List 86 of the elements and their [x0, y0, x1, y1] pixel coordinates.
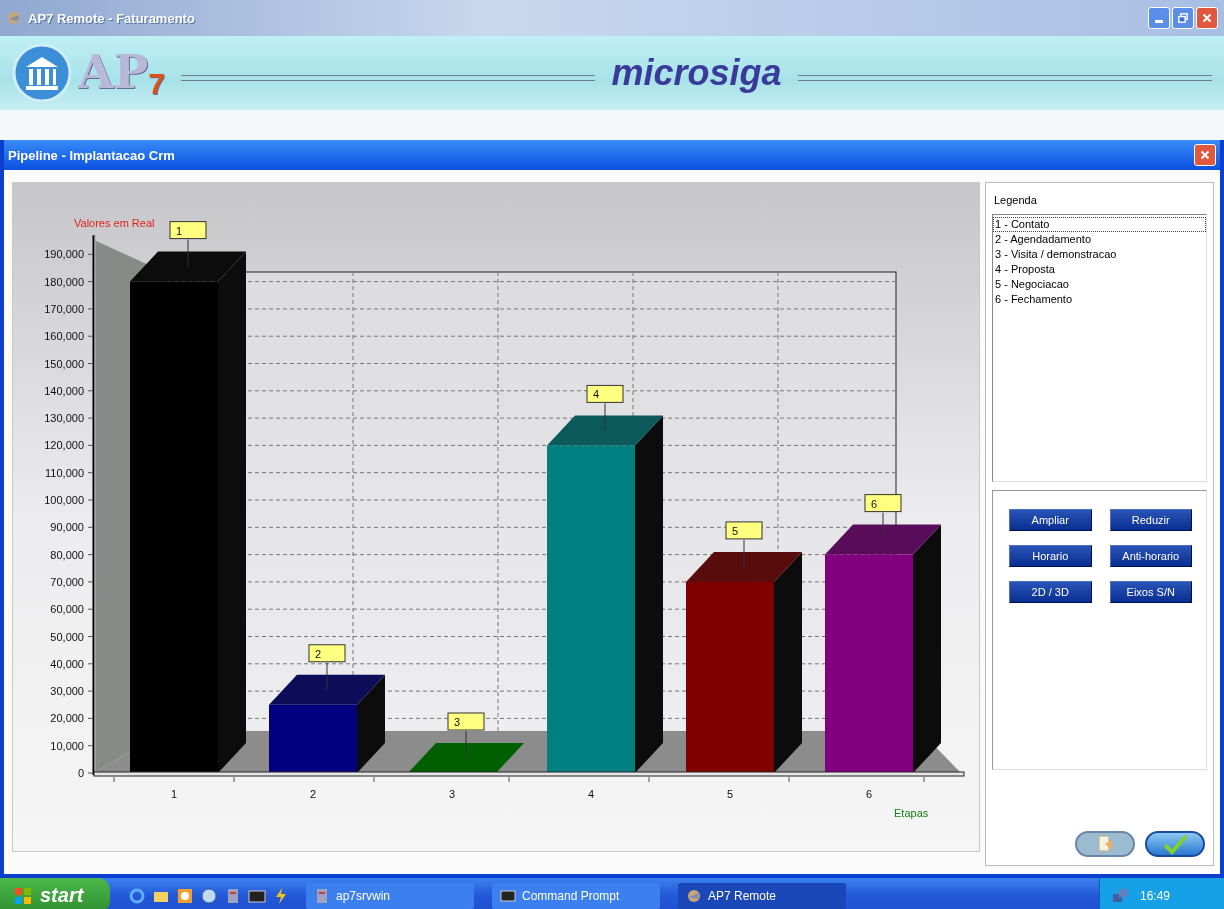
- console-icon: [500, 887, 516, 904]
- x-tick-label: 1: [170, 788, 178, 800]
- chart-button[interactable]: Horario: [1009, 545, 1092, 567]
- annotation-label: 1: [169, 221, 207, 240]
- annotation: 6: [871, 497, 878, 510]
- leader-line: [187, 239, 189, 268]
- network-icon[interactable]: [1112, 887, 1130, 904]
- document-icon: [1095, 834, 1115, 854]
- annotation: 1: [176, 224, 183, 237]
- windows-logo-icon: [14, 886, 32, 905]
- chart-button[interactable]: Eixos S/N: [1109, 581, 1192, 603]
- legend-title: Legenda: [994, 194, 1038, 206]
- y-tick-label: 30,000: [50, 685, 84, 698]
- annotation: 2: [315, 647, 322, 660]
- chart-button[interactable]: Reduzir: [1109, 509, 1192, 531]
- restore-button[interactable]: [1172, 7, 1194, 29]
- clock: 16:49: [1140, 888, 1171, 903]
- y-tick-label: 130,000: [44, 412, 84, 425]
- check-icon: [1161, 833, 1189, 855]
- chart-button[interactable]: Ampliar: [1009, 509, 1092, 531]
- y-tick-label: 10,000: [50, 739, 84, 752]
- x-tick-label: 6: [865, 788, 873, 800]
- leader-line: [604, 402, 606, 431]
- y-tick-label: 40,000: [50, 657, 84, 670]
- leader-line: [743, 539, 745, 568]
- app-icon: [686, 887, 702, 904]
- close-icon: [1200, 11, 1214, 25]
- y-tick-label: 140,000: [44, 384, 84, 397]
- clock-icon[interactable]: [176, 886, 194, 905]
- y-tick-label: 90,000: [50, 521, 84, 534]
- app-icon: [6, 10, 22, 26]
- minimize-button[interactable]: [1148, 7, 1170, 29]
- y-tick-label: 60,000: [50, 603, 84, 616]
- leader-line: [882, 512, 884, 541]
- y-tick-label: 150,000: [44, 357, 84, 370]
- y-tick-label: 120,000: [44, 439, 84, 452]
- y-axis-title: Valores em Real: [74, 217, 155, 229]
- legend-item[interactable]: 1 - Contato: [993, 217, 1206, 232]
- annotation-label: 3: [447, 712, 485, 731]
- y-tick-label: 170,000: [44, 302, 84, 315]
- y-tick-label: 190,000: [44, 248, 84, 261]
- y-tick-label: 70,000: [50, 575, 84, 588]
- dialog-title: Pipeline - Implantacao Crm: [8, 147, 175, 163]
- annotation: 5: [732, 524, 739, 537]
- confirm-button[interactable]: [1145, 831, 1205, 857]
- window-title: AP7 Remote - Faturamento: [28, 10, 195, 26]
- y-tick-label: 180,000: [44, 275, 84, 288]
- logo-text: AP$_{7}$: [78, 45, 165, 101]
- y-tick-label: 0: [77, 767, 84, 779]
- legend-item[interactable]: 5 - Negociacao: [993, 277, 1206, 292]
- temple-logo-icon: [12, 43, 72, 103]
- legend-item[interactable]: 6 - Fechamento: [993, 292, 1206, 307]
- x-tick-label: 4: [587, 788, 595, 800]
- annotation-label: 2: [308, 644, 346, 663]
- legend-item[interactable]: 2 - Agendadamento: [993, 232, 1206, 247]
- y-tick-label: 80,000: [50, 548, 84, 561]
- leader-line: [465, 730, 467, 759]
- annotation-label: 6: [864, 494, 902, 513]
- minimize-icon: [1155, 20, 1163, 23]
- restore-icon: [1176, 11, 1190, 25]
- brand-logo: microsiga: [611, 52, 782, 94]
- close-button[interactable]: [1194, 144, 1216, 166]
- y-tick-label: 20,000: [50, 712, 84, 725]
- y-tick-label: 160,000: [44, 330, 84, 343]
- annotation-label: 4: [586, 384, 624, 403]
- chart-button[interactable]: 2D / 3D: [1009, 581, 1092, 603]
- close-button[interactable]: [1196, 7, 1218, 29]
- annotation: 3: [454, 716, 461, 728]
- annotation: 4: [593, 388, 600, 401]
- x-tick-label: 3: [448, 788, 456, 800]
- x-axis-title: Etapas: [894, 807, 929, 819]
- chart-button[interactable]: Anti-horario: [1109, 545, 1192, 567]
- legend-item[interactable]: 4 - Proposta: [993, 262, 1206, 277]
- y-tick-label: 110,000: [45, 466, 84, 479]
- y-tick-label: 100,000: [44, 494, 84, 506]
- x-tick-label: 2: [309, 788, 317, 800]
- legend-item[interactable]: 3 - Visita / demonstracao: [993, 247, 1206, 262]
- leader-line: [326, 662, 328, 691]
- taskbar-button[interactable]: Command Prompt: [492, 882, 660, 909]
- taskbar-button[interactable]: AP7 Remote: [678, 882, 846, 909]
- close-icon: [1198, 148, 1212, 162]
- annotation-label: 5: [725, 521, 763, 540]
- server-icon: [314, 887, 330, 904]
- y-tick-label: 50,000: [50, 630, 84, 643]
- taskbar-button[interactable]: ap7srvwin: [306, 882, 474, 909]
- x-tick-label: 5: [726, 788, 734, 800]
